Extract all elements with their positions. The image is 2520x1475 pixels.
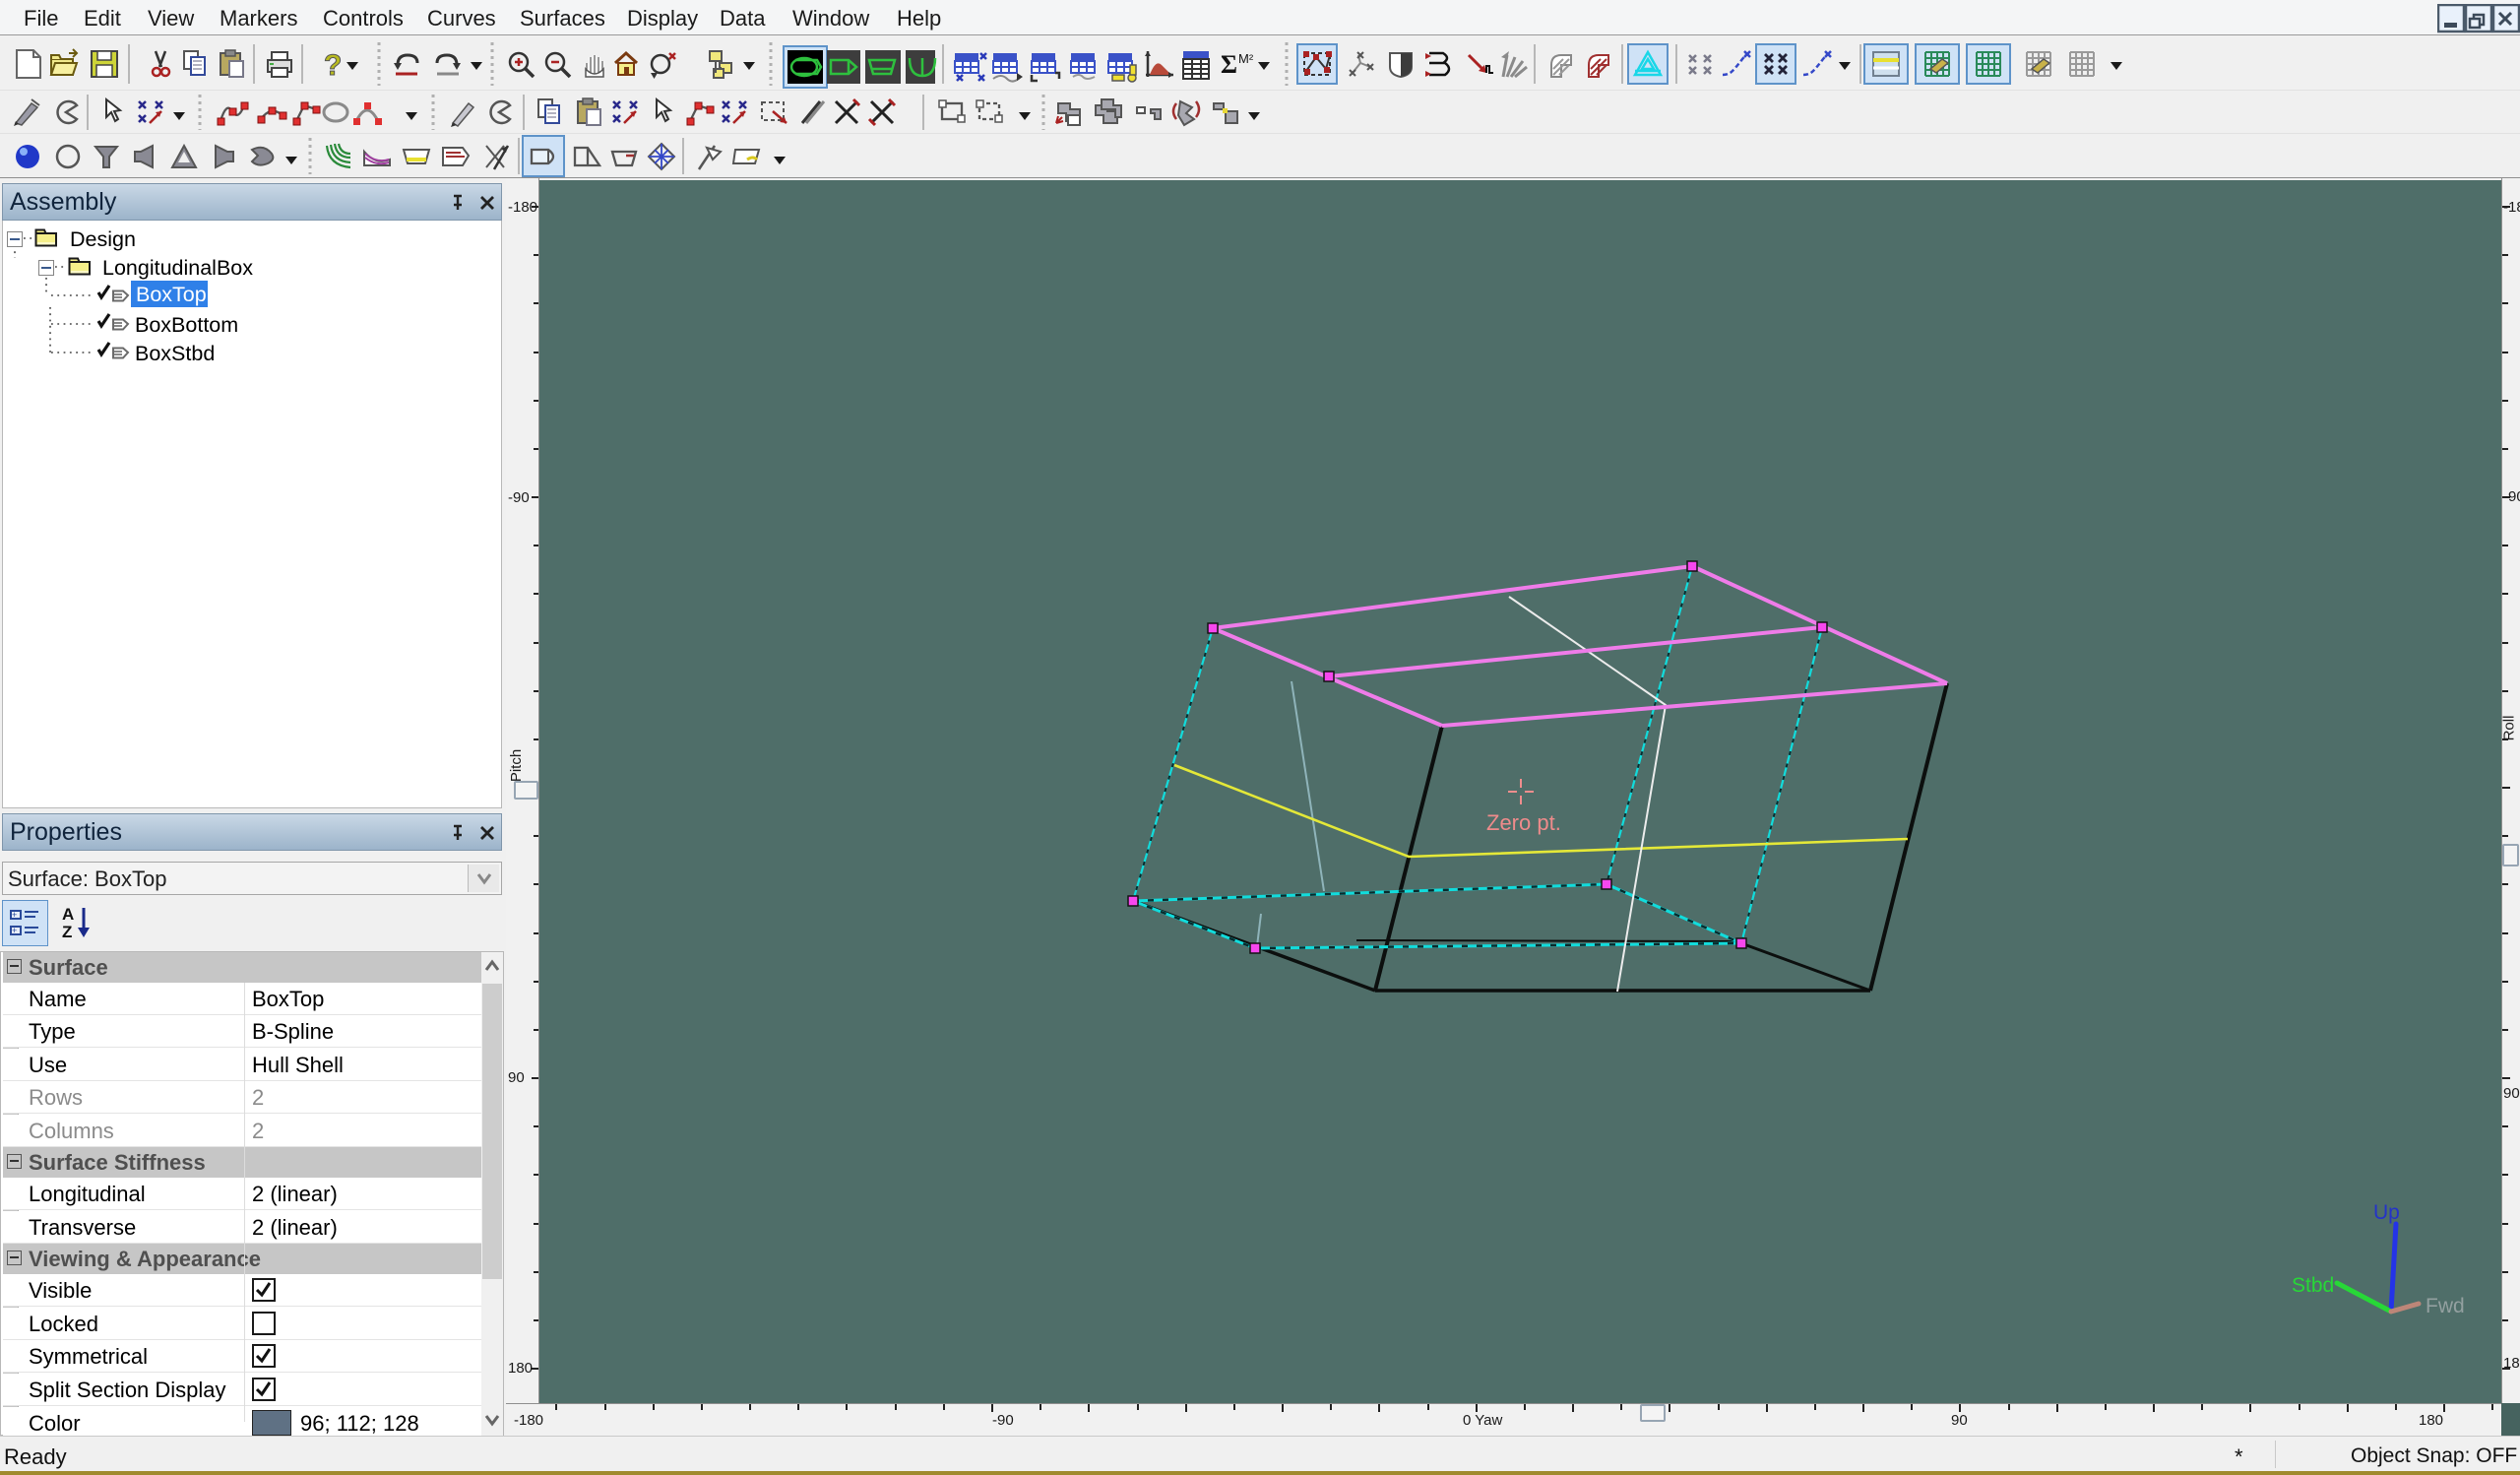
svg-text:?: ? <box>324 49 342 82</box>
svg-text:Zero pt.: Zero pt. <box>1486 810 1561 835</box>
svg-text:Fwd: Fwd <box>2426 1295 2465 1317</box>
svg-text:Σ: Σ <box>1221 50 1237 79</box>
svg-text:M²: M² <box>1238 51 1254 66</box>
svg-text:Z: Z <box>62 923 72 941</box>
svg-text:Stbd: Stbd <box>2292 1274 2334 1297</box>
svg-text:+: + <box>12 910 17 920</box>
svg-text:A: A <box>62 905 74 924</box>
svg-text:+: + <box>12 926 17 935</box>
svg-text:Up: Up <box>2373 1201 2400 1224</box>
